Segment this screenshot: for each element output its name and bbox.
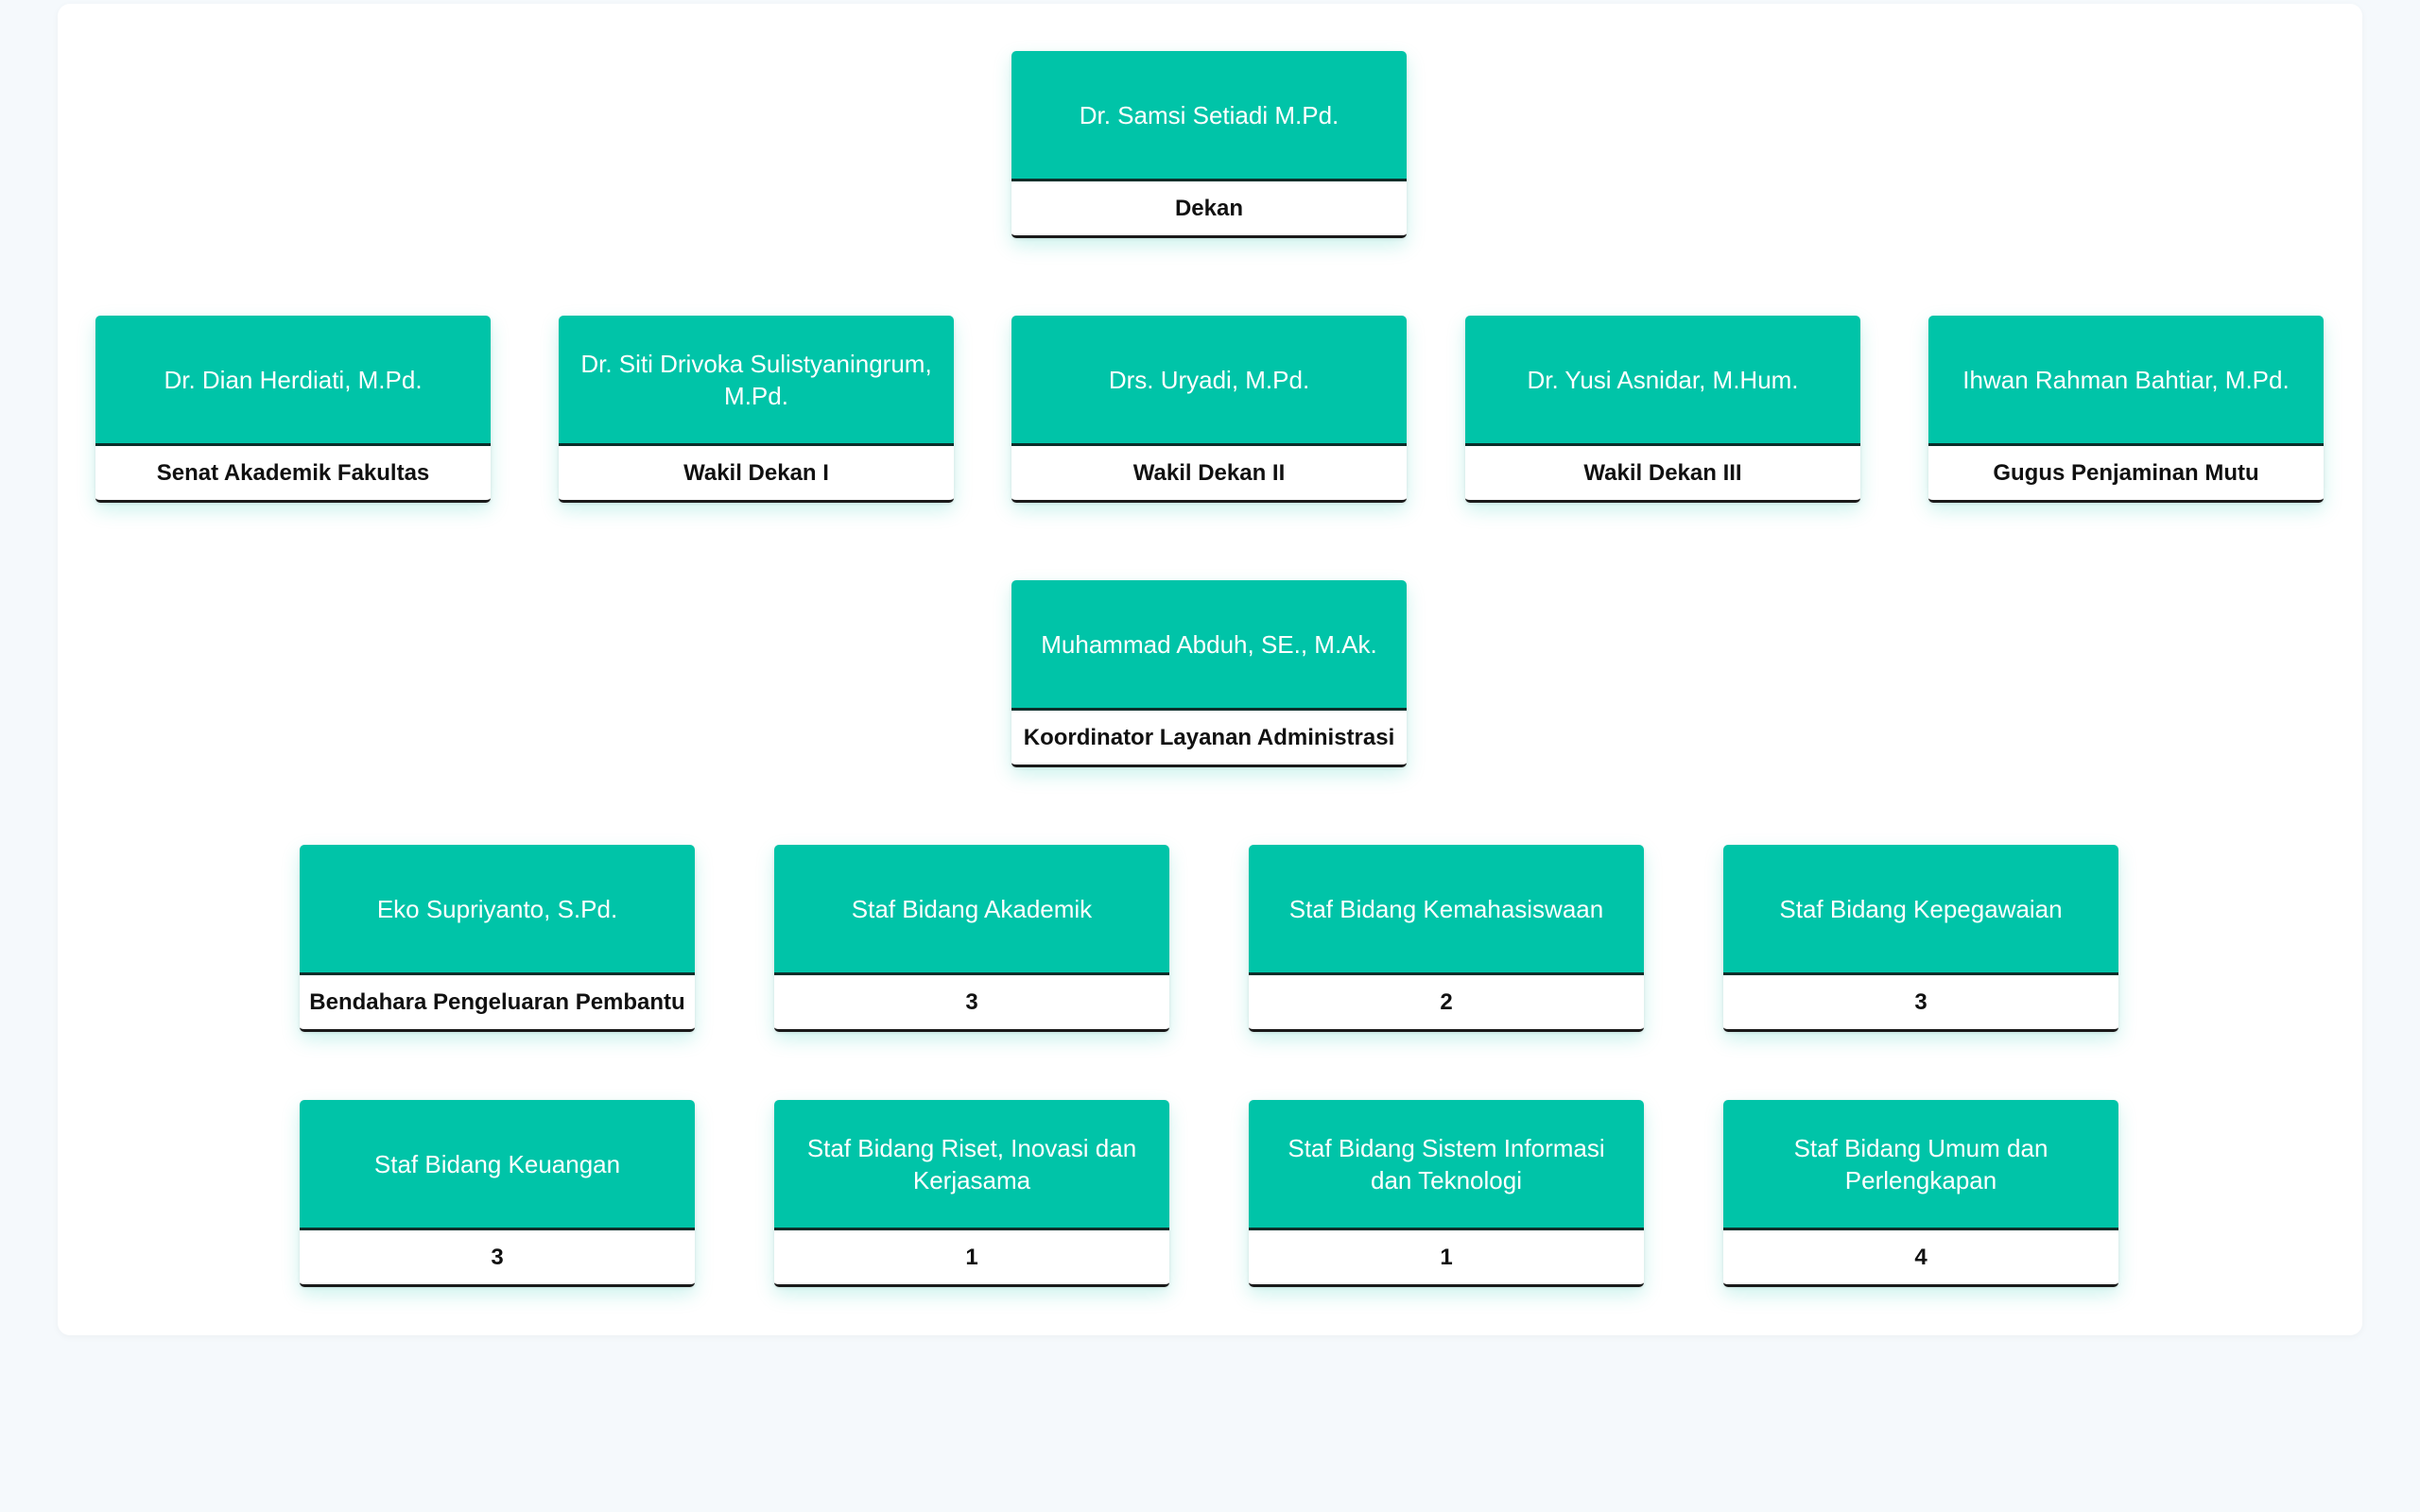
org-card-staf-riset: Staf Bidang Riset, Inovasi dan Kerjasama… xyxy=(774,1100,1169,1287)
card-name: Drs. Uryadi, M.Pd. xyxy=(1011,316,1407,446)
card-count: 3 xyxy=(1723,975,2118,1032)
card-role: Bendahara Pengeluaran Pembantu xyxy=(300,975,695,1032)
card-name: Dr. Dian Herdiati, M.Pd. xyxy=(95,316,491,446)
card-name: Staf Bidang Riset, Inovasi dan Kerjasama xyxy=(774,1100,1169,1230)
org-card-wakil-dekan-2: Drs. Uryadi, M.Pd. Wakil Dekan II xyxy=(1011,316,1407,503)
org-card-wakil-dekan-1: Dr. Siti Drivoka Sulistyaningrum, M.Pd. … xyxy=(559,316,954,503)
org-card-wakil-dekan-3: Dr. Yusi Asnidar, M.Hum. Wakil Dekan III xyxy=(1465,316,1860,503)
card-name: Muhammad Abduh, SE., M.Ak. xyxy=(1011,580,1407,711)
card-count: 4 xyxy=(1723,1230,2118,1287)
card-name: Staf Bidang Kepegawaian xyxy=(1723,845,2118,975)
card-role: Wakil Dekan III xyxy=(1465,446,1860,503)
card-role: Koordinator Layanan Administrasi xyxy=(1011,711,1407,767)
card-count: 1 xyxy=(1249,1230,1644,1287)
card-name: Dr. Samsi Setiadi M.Pd. xyxy=(1011,51,1407,181)
card-count: 3 xyxy=(300,1230,695,1287)
card-name: Eko Supriyanto, S.Pd. xyxy=(300,845,695,975)
card-name: Staf Bidang Umum dan Perlengkapan xyxy=(1723,1100,2118,1230)
card-name: Staf Bidang Kemahasiswaan xyxy=(1249,845,1644,975)
org-card-staf-sistem-informasi: Staf Bidang Sistem Informasi dan Teknolo… xyxy=(1249,1100,1644,1287)
card-name: Dr. Yusi Asnidar, M.Hum. xyxy=(1465,316,1860,446)
card-count: 1 xyxy=(774,1230,1169,1287)
card-role: Senat Akademik Fakultas xyxy=(95,446,491,503)
org-card-gugus-mutu: Ihwan Rahman Bahtiar, M.Pd. Gugus Penjam… xyxy=(1928,316,2324,503)
card-role: Gugus Penjaminan Mutu xyxy=(1928,446,2324,503)
card-role: Dekan xyxy=(1011,181,1407,238)
card-name: Staf Bidang Sistem Informasi dan Teknolo… xyxy=(1249,1100,1644,1230)
card-count: 2 xyxy=(1249,975,1644,1032)
org-card-staf-keuangan: Staf Bidang Keuangan 3 xyxy=(300,1100,695,1287)
org-card-staf-kepegawaian: Staf Bidang Kepegawaian 3 xyxy=(1723,845,2118,1032)
org-card-staf-kemahasiswaan: Staf Bidang Kemahasiswaan 2 xyxy=(1249,845,1644,1032)
card-count: 3 xyxy=(774,975,1169,1032)
org-card-koordinator: Muhammad Abduh, SE., M.Ak. Koordinator L… xyxy=(1011,580,1407,767)
org-card-staf-akademik: Staf Bidang Akademik 3 xyxy=(774,845,1169,1032)
card-name: Dr. Siti Drivoka Sulistyaningrum, M.Pd. xyxy=(559,316,954,446)
org-card-senat: Dr. Dian Herdiati, M.Pd. Senat Akademik … xyxy=(95,316,491,503)
org-card-dekan: Dr. Samsi Setiadi M.Pd. Dekan xyxy=(1011,51,1407,238)
card-name: Staf Bidang Keuangan xyxy=(300,1100,695,1230)
card-name: Ihwan Rahman Bahtiar, M.Pd. xyxy=(1928,316,2324,446)
org-card-staf-umum: Staf Bidang Umum dan Perlengkapan 4 xyxy=(1723,1100,2118,1287)
org-card-bendahara: Eko Supriyanto, S.Pd. Bendahara Pengelua… xyxy=(300,845,695,1032)
card-role: Wakil Dekan I xyxy=(559,446,954,503)
card-role: Wakil Dekan II xyxy=(1011,446,1407,503)
card-name: Staf Bidang Akademik xyxy=(774,845,1169,975)
